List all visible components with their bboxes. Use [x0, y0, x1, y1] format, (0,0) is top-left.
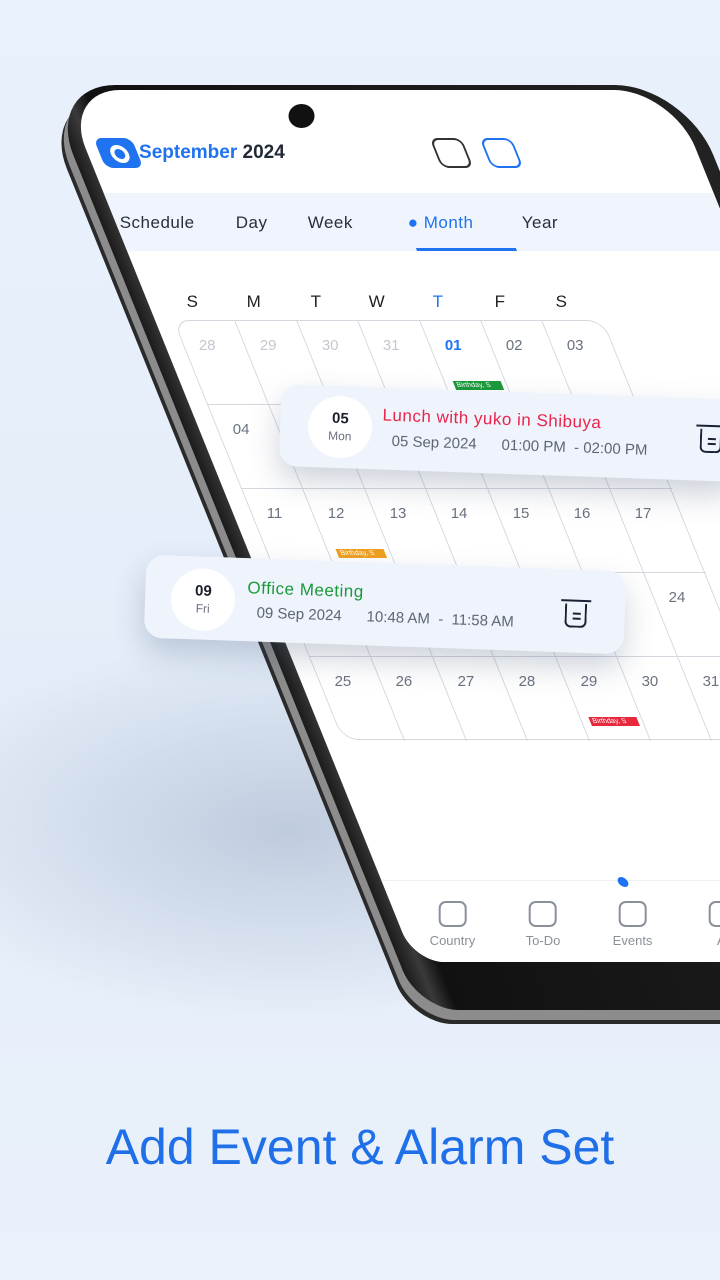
day-number: 16 [573, 505, 591, 522]
weekday-label: M [246, 292, 262, 311]
day-number: 17 [635, 505, 652, 522]
event-chip[interactable]: Birthday, S [335, 549, 388, 558]
day-number: 02 [505, 337, 523, 354]
day-number: 01 [444, 337, 462, 354]
camera [288, 104, 315, 128]
event-time: 10:48 AM - 11:58 AM [366, 608, 515, 631]
weekday-label: S [186, 292, 199, 311]
event-card[interactable]: 09 Fri Office Meeting 09 Sep 2024 10:48 A… [143, 554, 627, 655]
event-title: Lunch with yuko in Shibuya [382, 405, 602, 433]
weekday-label: W [368, 292, 385, 311]
trash-icon[interactable] [564, 603, 588, 629]
tab-week[interactable]: Week [308, 213, 361, 233]
day-number: 31 [383, 337, 400, 354]
nav-to-do[interactable]: To-Do [508, 901, 597, 948]
nav-al[interactable]: Al [688, 901, 720, 948]
day-number: 29 [580, 673, 597, 690]
weekday-label: T [310, 292, 321, 311]
day-number: 13 [389, 505, 407, 522]
event-time: 01:00 PM - 02:00 PM [501, 436, 648, 459]
weekday-label: F [494, 292, 505, 311]
calendar-icon[interactable] [429, 138, 474, 168]
tab-month[interactable]: ● Month [408, 213, 482, 233]
day-number: 31 [702, 673, 720, 690]
bookmark-icon [618, 901, 647, 927]
day-number: 24 [669, 589, 686, 606]
weekday-label: T [433, 292, 444, 311]
day-number: 26 [395, 673, 413, 690]
tab-year[interactable]: Year [522, 213, 566, 233]
day-number: 04 [232, 421, 250, 438]
event-card[interactable]: 05 Mon Lunch with yuko in Shibuya 05 Sep … [278, 383, 720, 483]
app-logo [93, 138, 144, 168]
day-number: 30 [641, 673, 659, 690]
tab-day[interactable]: Day [236, 213, 276, 233]
day-number: 28 [518, 673, 536, 690]
active-tab-indicator [415, 248, 518, 251]
month-title[interactable]: September 2024 [139, 142, 294, 164]
sync-icon[interactable] [479, 138, 524, 168]
day-number: 14 [450, 505, 468, 522]
day-number: 30 [321, 337, 339, 354]
promo-headline: Add Event & Alarm Set [105, 1119, 615, 1175]
page-indicator [615, 877, 631, 887]
event-chip[interactable]: Birthday, S [452, 381, 504, 390]
view-tabs: Schedule Day Week ● Month Year [103, 193, 720, 251]
day-number: 03 [567, 337, 584, 354]
bottom-nav: Country To-Do Events Al [381, 877, 720, 962]
day-number: 12 [328, 505, 345, 522]
nav-events[interactable]: Events [598, 901, 687, 948]
trash-icon[interactable] [699, 428, 720, 454]
event-date: 05 Sep 2024 [391, 432, 477, 453]
note-icon [528, 901, 557, 927]
day-number: 29 [260, 337, 277, 354]
day-number: 27 [457, 673, 475, 690]
weekday-label: S [555, 292, 567, 311]
event-chip[interactable]: Birthday, S [587, 717, 640, 726]
day-number: 28 [198, 337, 216, 354]
day-number: 15 [512, 505, 529, 522]
event-date-badge: 05 Mon [307, 394, 374, 460]
nav-country[interactable]: Country [418, 901, 507, 948]
day-number: 25 [334, 673, 352, 690]
event-title: Office Meeting [247, 578, 365, 602]
globe-icon [438, 901, 467, 927]
event-date: 09 Sep 2024 [256, 604, 342, 625]
event-date-badge: 09 Fri [169, 567, 237, 632]
day-number: 11 [266, 505, 283, 522]
alarm-icon [708, 901, 720, 927]
tab-schedule[interactable]: Schedule [120, 213, 203, 233]
